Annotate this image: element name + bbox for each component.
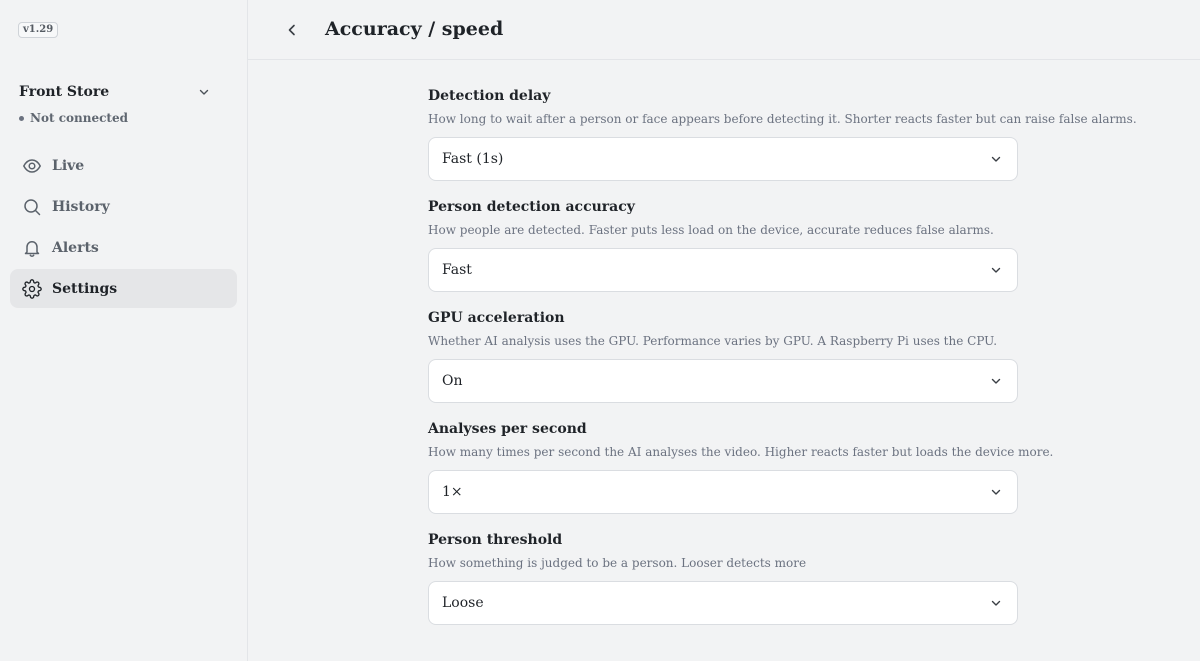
search-icon	[22, 197, 42, 217]
eye-icon	[22, 156, 42, 176]
select-value: On	[442, 373, 463, 389]
person-detection-accuracy-select[interactable]: Fast	[428, 248, 1018, 292]
page-title: Accuracy / speed	[325, 18, 504, 40]
select-value: Fast	[442, 262, 472, 278]
setting-description: How something is judged to be a person. …	[428, 556, 807, 570]
sidebar-item-alerts[interactable]: Alerts	[10, 228, 237, 267]
chevron-down-icon	[990, 486, 1002, 498]
gear-icon	[22, 278, 42, 299]
chevron-down-icon	[990, 264, 1002, 276]
setting-detection-delay: Detection delay How long to wait after a…	[428, 87, 1137, 198]
select-value: Loose	[442, 595, 484, 611]
page-header: Accuracy / speed	[248, 0, 1200, 60]
sidebar: v1.29 Front Store Not connected Live His…	[0, 0, 248, 661]
chevron-down-icon	[990, 597, 1002, 609]
connection-status-label: Not connected	[30, 111, 128, 125]
setting-person-detection-accuracy: Person detection accuracy How people are…	[428, 198, 1020, 309]
chevron-down-icon	[990, 375, 1002, 387]
detection-delay-select[interactable]: Fast (1s)	[428, 137, 1018, 181]
setting-title: Person detection accuracy	[428, 199, 635, 215]
sidebar-item-label: Settings	[52, 280, 118, 297]
chevron-left-icon	[288, 24, 295, 36]
store-selector[interactable]: Front Store	[19, 82, 219, 102]
connection-status: Not connected	[19, 111, 128, 125]
chevron-down-icon	[199, 89, 209, 95]
back-button[interactable]	[281, 19, 303, 41]
sidebar-item-settings[interactable]: Settings	[10, 269, 237, 308]
setting-title: Analyses per second	[428, 421, 587, 437]
sidebar-item-label: Alerts	[52, 239, 99, 256]
sidebar-item-live[interactable]: Live	[10, 146, 237, 185]
sidebar-item-label: Live	[52, 157, 85, 174]
setting-analyses-per-second: Analyses per second How many times per s…	[428, 420, 1054, 531]
version-badge: v1.29	[18, 22, 59, 38]
person-threshold-select[interactable]: Loose	[428, 581, 1018, 625]
setting-description: Whether AI analysis uses the GPU. Perfor…	[428, 334, 998, 348]
setting-gpu-acceleration: GPU acceleration Whether AI analysis use…	[428, 309, 1020, 420]
setting-description: How people are detected. Faster puts les…	[428, 223, 994, 237]
setting-description: How long to wait after a person or face …	[428, 112, 1137, 126]
setting-title: Detection delay	[428, 88, 551, 104]
settings-form: Detection delay How long to wait after a…	[428, 87, 1137, 642]
select-value: Fast (1s)	[442, 151, 504, 167]
bell-icon	[22, 238, 42, 258]
status-dot	[19, 115, 24, 121]
chevron-down-icon	[990, 153, 1002, 165]
sidebar-item-label: History	[52, 198, 110, 215]
setting-description: How many times per second the AI analyse…	[428, 445, 1054, 459]
sidebar-item-history[interactable]: History	[10, 187, 237, 226]
store-name: Front Store	[19, 84, 110, 100]
analyses-per-second-select[interactable]: 1×	[428, 470, 1018, 514]
gpu-acceleration-select[interactable]: On	[428, 359, 1018, 403]
select-value: 1×	[442, 484, 463, 500]
setting-title: Person threshold	[428, 532, 563, 548]
setting-title: GPU acceleration	[428, 310, 565, 326]
setting-person-threshold: Person threshold How something is judged…	[428, 531, 1020, 642]
